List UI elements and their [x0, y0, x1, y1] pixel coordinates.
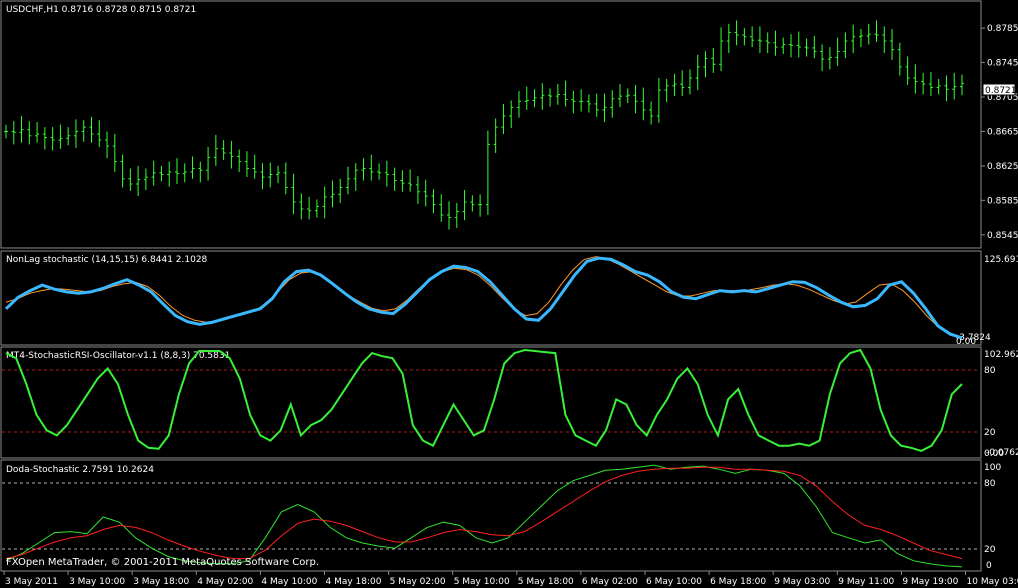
price-axis-label: 0.8785 — [987, 24, 1018, 34]
time-axis-label: 5 May 10:00 — [454, 577, 510, 587]
price-axis-label: 0.8545 — [987, 231, 1018, 241]
time-axis: 3 May 2011 3 May 10:00 3 May 18:00 4 May 02… — [3, 571, 1018, 587]
doda-80-label: 80 — [984, 479, 996, 489]
copyright-footer: FXOpen MetaTrader, © 2001-2011 MetaQuote… — [6, 557, 320, 568]
time-axis-label: 10 May 03:00 — [967, 577, 1018, 587]
doda-100-label: 100 — [984, 463, 1001, 473]
current-price-marker: 0.8721 — [982, 83, 1017, 96]
nonlag-slow-line — [5, 256, 963, 339]
time-axis-label: 6 May 10:00 — [646, 577, 702, 587]
price-axis: 0.87850.87450.87050.86650.86250.85850.85… — [981, 24, 1018, 241]
nonlag-fast-line — [4, 256, 963, 340]
stochrsi-line — [5, 348, 963, 452]
price-axis-label: 0.8665 — [987, 127, 1018, 137]
price-axis-label: 0.8585 — [987, 196, 1018, 206]
time-axis-label: 4 May 02:00 — [197, 577, 253, 587]
current-price-label: 0.8721 — [985, 86, 1017, 96]
chart-canvas: USDCHF,H1 0.8716 0.8728 0.8715 0.8721 0.… — [0, 0, 1018, 587]
time-axis-label: 3 May 2011 — [5, 577, 58, 587]
price-panel-frame — [0, 0, 982, 249]
stochrsi-panel-frame — [0, 346, 982, 459]
time-axis-label: 4 May 10:00 — [261, 577, 317, 587]
metatrader-chart-window: USDCHF,H1 0.8716 0.8728 0.8715 0.8721 0.… — [0, 0, 1018, 588]
stochrsi-80-label: 80 — [984, 366, 996, 376]
time-axis-label: 3 May 10:00 — [69, 577, 125, 587]
doda-panel-title: Doda-Stochastic 2.7591 10.2624 — [6, 465, 154, 475]
price-axis-label: 0.8745 — [987, 59, 1018, 69]
time-axis-label: 5 May 02:00 — [390, 577, 446, 587]
price-panel-title: USDCHF,H1 0.8716 0.8728 0.8715 0.8721 — [6, 5, 196, 15]
doda-0-label: 0 — [986, 561, 992, 571]
stochrsi-top-label: 102.9624 — [984, 350, 1018, 360]
price-axis-label: 0.8625 — [987, 162, 1018, 172]
time-axis-label: 9 May 19:00 — [902, 577, 958, 587]
stochrsi-20-label: 20 — [984, 428, 996, 438]
nonlag-top-label: 125.6910 — [984, 255, 1018, 265]
time-axis-label: 9 May 11:00 — [838, 577, 894, 587]
doda-20-label: 20 — [984, 545, 996, 555]
doda-stochastic-panel[interactable]: Doda-Stochastic 2.7591 10.2624 100 80 20… — [2, 463, 1001, 571]
price-panel[interactable]: USDCHF,H1 0.8716 0.8728 0.8715 0.8721 0.… — [4, 5, 1018, 241]
time-axis-label: 4 May 18:00 — [326, 577, 382, 587]
nonlag-panel-title: NonLag stochastic (14,15,15) 6.8441 2.10… — [6, 255, 208, 265]
price-bars — [4, 20, 964, 230]
doda-fast-line — [5, 464, 963, 568]
stochrsi-zero-label: 0.00 — [984, 449, 1004, 459]
stochrsi-panel[interactable]: MT4-StochasticRSI-Oscillator-v1.1 (8,8,3… — [2, 348, 1018, 459]
time-axis-label: 6 May 02:00 — [582, 577, 638, 587]
doda-panel-frame — [0, 459, 982, 572]
time-axis-label: 3 May 18:00 — [133, 577, 189, 587]
time-axis-label: 9 May 03:00 — [774, 577, 830, 587]
time-axis-label: 6 May 18:00 — [710, 577, 766, 587]
doda-slow-line — [5, 466, 963, 560]
time-axis-label: 5 May 18:00 — [518, 577, 574, 587]
nonlag-stochastic-panel[interactable]: NonLag stochastic (14,15,15) 6.8441 2.10… — [4, 255, 1018, 347]
